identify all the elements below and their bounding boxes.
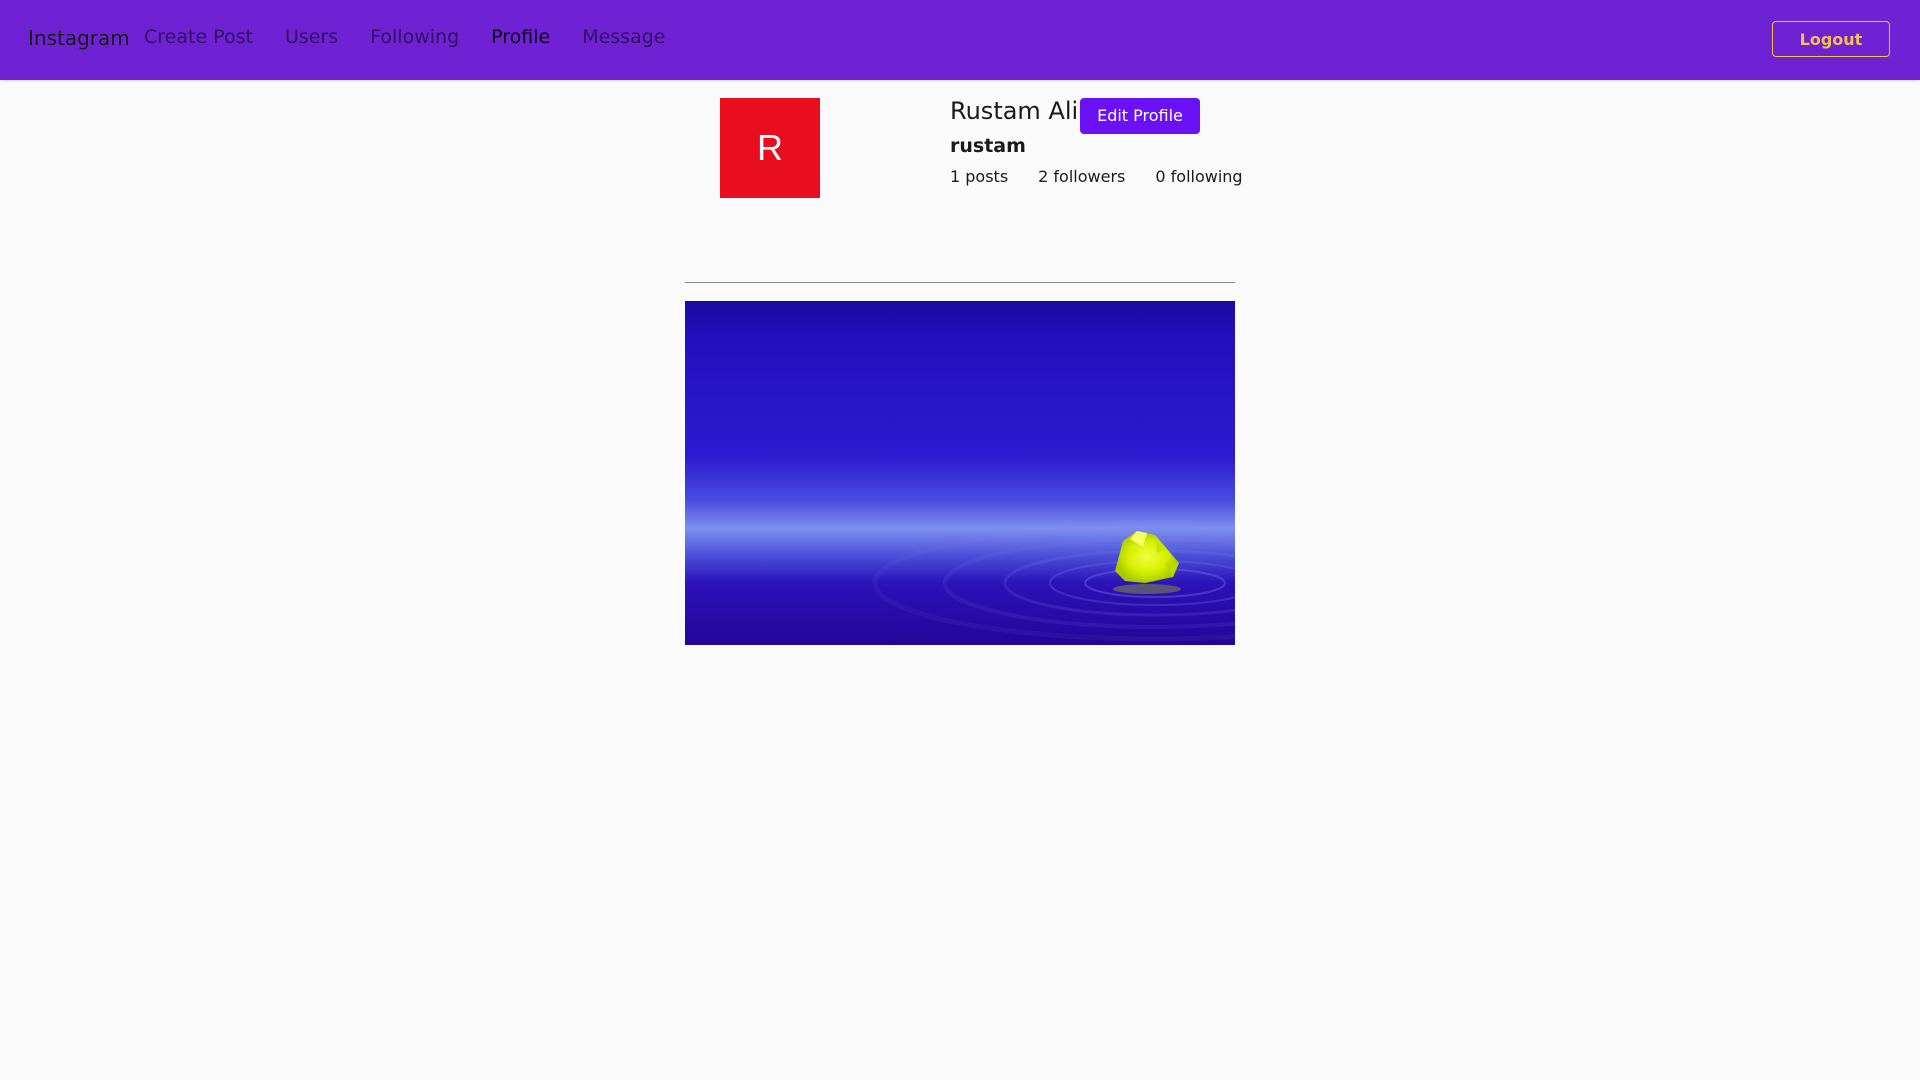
nav-message[interactable]: Message [582, 26, 665, 48]
avatar: R [720, 98, 820, 198]
posts-count: 1 posts [950, 167, 1009, 186]
profile-username: rustam [950, 135, 1026, 157]
following-count[interactable]: 0 following [1155, 167, 1242, 186]
post-image[interactable] [685, 301, 1235, 645]
nav-following[interactable]: Following [370, 26, 459, 48]
brand-link[interactable]: Instagram [28, 26, 130, 50]
navbar: Instagram Create Post Users Following Pr… [0, 0, 1920, 80]
nav-create-post[interactable]: Create Post [144, 26, 253, 48]
divider [685, 282, 1235, 283]
followers-count[interactable]: 2 followers [1038, 167, 1125, 186]
edit-profile-button[interactable]: Edit Profile [1080, 98, 1200, 134]
nav-users[interactable]: Users [285, 26, 338, 48]
nav-profile[interactable]: Profile [491, 26, 550, 48]
profile-stats: 1 posts 2 followers 0 following [950, 167, 1273, 186]
nav-links: Create Post Users Following Profile Mess… [144, 26, 698, 48]
logout-button[interactable]: Logout [1772, 21, 1890, 57]
profile-full-name: Rustam Ali [950, 97, 1079, 125]
